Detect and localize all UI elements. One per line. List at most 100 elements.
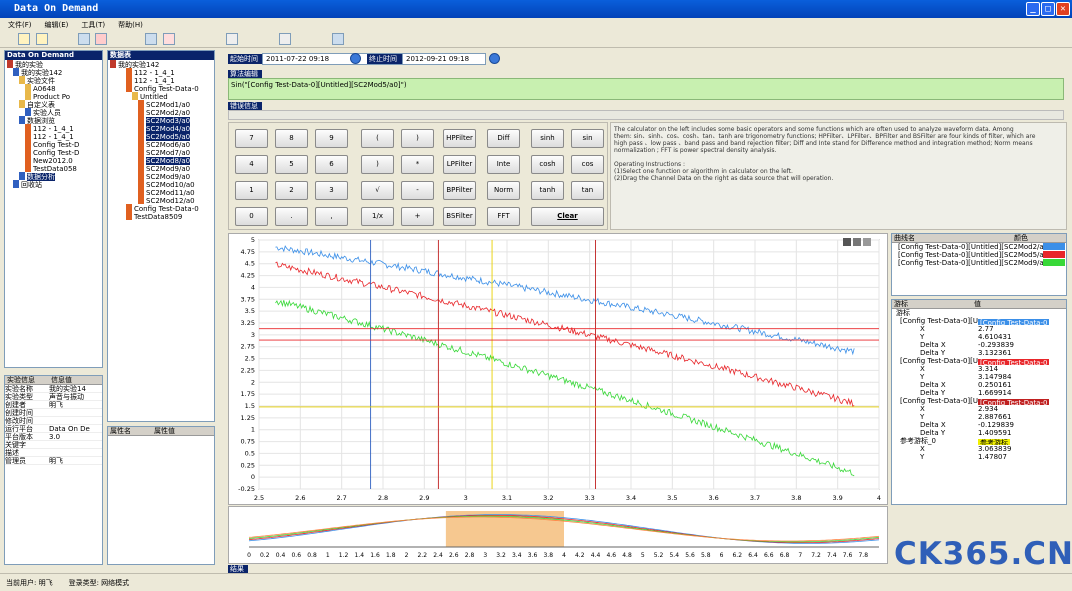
tree-item[interactable]: New2012.0	[5, 156, 102, 165]
trig-button[interactable]: sinh	[531, 129, 564, 148]
calc-key-button[interactable]: 7	[235, 129, 268, 148]
legend-item[interactable]: [Config Test-Data-0][Untitled][SC2Mod9/a…	[892, 259, 1066, 267]
open-icon[interactable]	[36, 33, 48, 45]
calc-key-button[interactable]: *	[401, 155, 434, 174]
tree-item[interactable]: 数据浏览	[5, 116, 102, 125]
cursor-group[interactable]: [Config Test-Data-0][Ur[Config Test-Data…	[892, 397, 1066, 405]
operation-button[interactable]: Diff	[487, 129, 520, 148]
operation-button[interactable]: Norm	[487, 181, 520, 200]
tree-item[interactable]: Config Test-D	[5, 148, 102, 157]
channel-item[interactable]: SC2Mod3/a0	[108, 116, 214, 125]
calc-key-button[interactable]: 6	[315, 155, 348, 174]
tree-item[interactable]: Config Test-D	[5, 140, 102, 149]
menu-file[interactable]: 文件(F)	[8, 21, 32, 29]
channel-item[interactable]: SC2Mod1/a0	[108, 100, 214, 109]
page-icon[interactable]	[226, 33, 238, 45]
tree-item[interactable]: TestData058	[5, 164, 102, 173]
tree-item[interactable]: 112 - 1_4_1	[5, 124, 102, 133]
results-tab[interactable]: 结果	[228, 565, 248, 573]
legend-item[interactable]: [Config Test-Data-0][Untitled][SC2Mod5/a…	[892, 251, 1066, 259]
new-icon[interactable]	[18, 33, 30, 45]
tree-item[interactable]: 112 - 1_4_1	[5, 132, 102, 141]
chart-icon[interactable]	[163, 33, 175, 45]
calc-key-button[interactable]: 4	[235, 155, 268, 174]
calc-key-button[interactable]: -	[401, 181, 434, 200]
channel-item[interactable]: SC2Mod7/a0	[108, 148, 214, 157]
tree-item[interactable]: 实验人员	[5, 108, 102, 117]
legend-item[interactable]: [Config Test-Data-0][Untitled][SC2Mod2/a…	[892, 243, 1066, 251]
start-time-picker-icon[interactable]	[350, 53, 361, 64]
end-time-picker-icon[interactable]	[489, 53, 500, 64]
operation-button[interactable]: Inte	[487, 155, 520, 174]
import-icon[interactable]	[95, 33, 107, 45]
channel-item[interactable]: SC2Mod12/a0	[108, 196, 214, 205]
filter-button[interactable]: BPFilter	[443, 181, 476, 200]
tree-item[interactable]: A0648	[5, 84, 102, 93]
waveform-chart[interactable]: 5 4.75 4.5 4.25 4 3.75 3.5 3.25 3 2.75 2.5 2.25 2 1.7…	[228, 233, 888, 505]
channel-item[interactable]: SC2Mod9/a0	[108, 164, 214, 173]
end-time-field[interactable]: 2012-09-21 09:18	[402, 53, 486, 65]
play-icon[interactable]	[279, 33, 291, 45]
calc-key-button[interactable]: ,	[315, 207, 348, 226]
tree-item[interactable]: 我的实验	[5, 60, 102, 69]
channel-item[interactable]: 112 - 1_4_1	[108, 76, 214, 85]
tree-item[interactable]: 我的实验142	[5, 68, 102, 77]
tree-item[interactable]: 数据分析	[5, 172, 102, 181]
calc-key-button[interactable]: 8	[275, 129, 308, 148]
trig-button[interactable]: sin	[571, 129, 604, 148]
trig-button[interactable]: cos	[571, 155, 604, 174]
calc-key-button[interactable]: .	[275, 207, 308, 226]
menu-edit[interactable]: 编辑(E)	[45, 21, 69, 29]
export-icon[interactable]	[78, 33, 90, 45]
calc-key-button[interactable]: )	[401, 129, 434, 148]
filter-button[interactable]: HPFilter	[443, 129, 476, 148]
channel-item[interactable]: SC2Mod2/a0	[108, 108, 214, 117]
cursor-group[interactable]: [Config Test-Data-0][Ur[Config Test-Data…	[892, 317, 1066, 325]
channel-item[interactable]: TestData8509	[108, 212, 214, 221]
trig-button[interactable]: tanh	[531, 181, 564, 200]
calc-key-button[interactable]: (	[361, 129, 394, 148]
channel-item[interactable]: SC2Mod10/a0	[108, 180, 214, 189]
formula-input[interactable]: Sin("[Config Test-Data-0][Untitled][SC2M…	[228, 78, 1064, 100]
channel-item[interactable]: Untitled	[108, 92, 214, 101]
cursor-group[interactable]: [Config Test-Data-0][Ur[Config Test-Data…	[892, 357, 1066, 365]
channel-item[interactable]: SC2Mod4/a0	[108, 124, 214, 133]
close-button[interactable]: ✕	[1056, 2, 1070, 16]
maximize-button[interactable]: □	[1041, 2, 1055, 16]
calc-key-button[interactable]: 1/x	[361, 207, 394, 226]
calc-key-button[interactable]: 5	[275, 155, 308, 174]
minimize-button[interactable]: _	[1026, 2, 1040, 16]
channel-item[interactable]: SC2Mod8/a0	[108, 156, 214, 165]
calc-key-button[interactable]: 1	[235, 181, 268, 200]
chart-tools-icon[interactable]	[843, 238, 873, 246]
operation-button[interactable]: FFT	[487, 207, 520, 226]
filter-button[interactable]: LPFilter	[443, 155, 476, 174]
menu-help[interactable]: 帮助(H)	[118, 21, 143, 29]
channel-item[interactable]: SC2Mod6/a0	[108, 140, 214, 149]
channel-item[interactable]: 我的实验142	[108, 60, 214, 69]
calc-key-button[interactable]: 0	[235, 207, 268, 226]
tree-item[interactable]: Product Po	[5, 92, 102, 101]
calc-key-button[interactable]: +	[401, 207, 434, 226]
cursor-group[interactable]: 参考游标_0 参考游标	[892, 437, 1066, 445]
calc-key-button[interactable]: √	[361, 181, 394, 200]
tree-item[interactable]: 自定义表	[5, 100, 102, 109]
search-icon[interactable]	[145, 33, 157, 45]
settings-icon[interactable]	[332, 33, 344, 45]
tree-item[interactable]: 回收站	[5, 180, 102, 189]
filter-button[interactable]: BSFilter	[443, 207, 476, 226]
calc-key-button[interactable]: 9	[315, 129, 348, 148]
channel-item[interactable]: SC2Mod5/a0	[108, 132, 214, 141]
channel-item[interactable]: SC2Mod11/a0	[108, 188, 214, 197]
calc-key-button[interactable]: 2	[275, 181, 308, 200]
calc-key-button[interactable]: )	[361, 155, 394, 174]
channel-item[interactable]: SC2Mod9/a0	[108, 172, 214, 181]
trig-button[interactable]: tan	[571, 181, 604, 200]
tree-item[interactable]: 实验文件	[5, 76, 102, 85]
calc-key-button[interactable]: 3	[315, 181, 348, 200]
trig-button[interactable]: cosh	[531, 155, 564, 174]
clear-button[interactable]: Clear	[531, 207, 604, 226]
overview-chart[interactable]: 0 0.2 0.4 0.6 0.8 1 1.2 1.4 1.6 1.8 2 2.2 2.4 2.6 2.8 3…	[228, 506, 888, 564]
channel-item[interactable]: Config Test-Data-0	[108, 204, 214, 213]
channel-item[interactable]: Config Test-Data-0	[108, 84, 214, 93]
